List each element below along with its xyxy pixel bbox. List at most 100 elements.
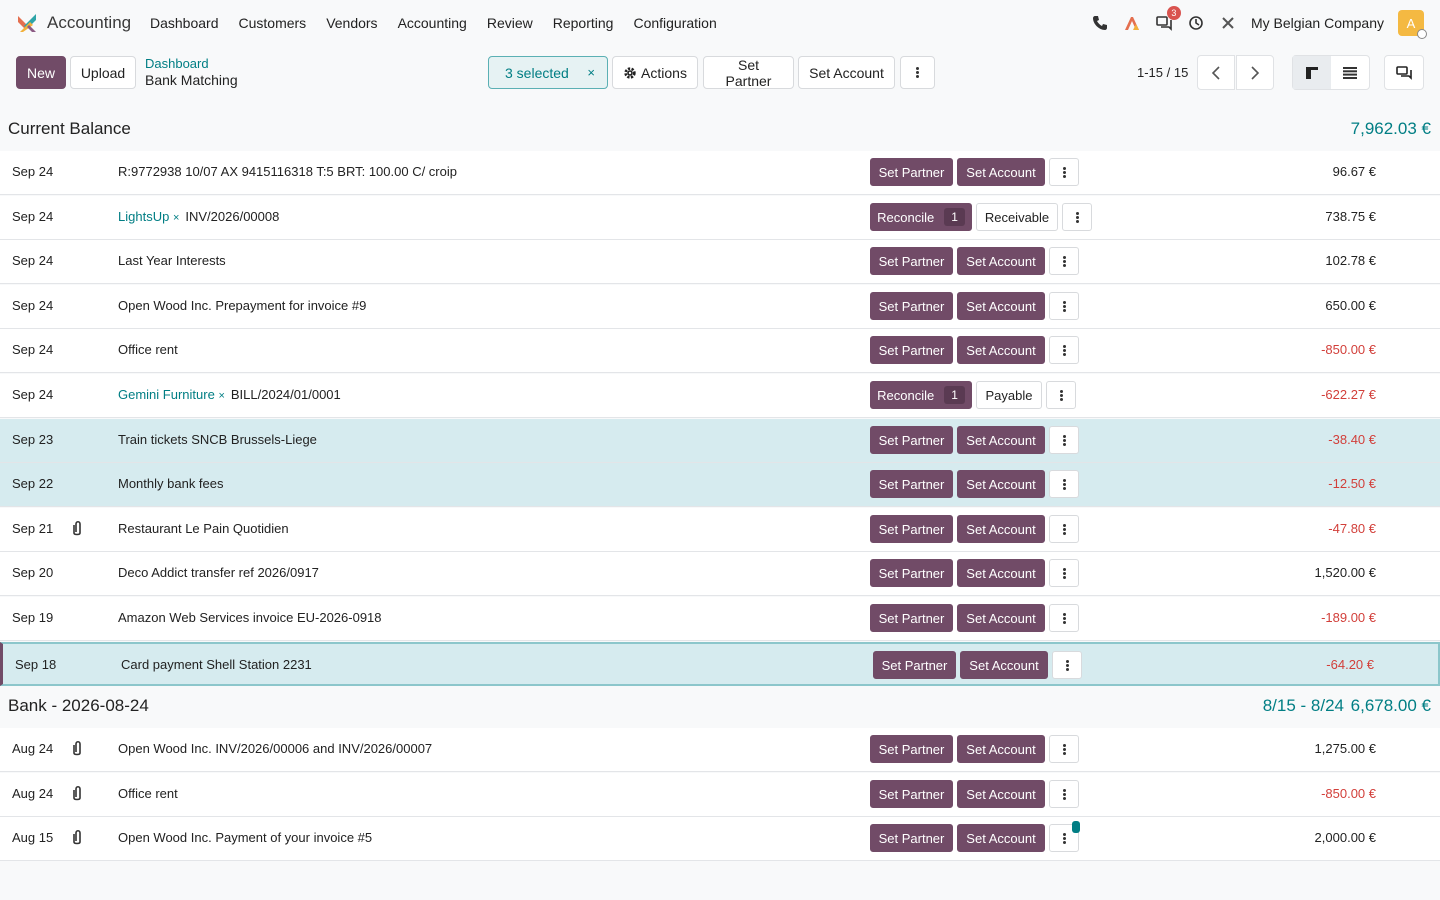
statement-line-row[interactable]: Sep 24 LightsUp × INV/2026/00008 Reconcile 1…	[0, 196, 1440, 240]
paperclip-icon[interactable]	[70, 520, 84, 538]
set-account-button[interactable]: Set Account	[957, 780, 1045, 808]
row-more-button[interactable]	[1049, 292, 1079, 320]
remove-partner-icon[interactable]: ×	[173, 212, 179, 224]
row-more-button[interactable]	[1049, 515, 1079, 543]
row-more-button[interactable]	[1052, 651, 1082, 679]
actions-button[interactable]: Actions	[612, 56, 698, 89]
menu-dashboard[interactable]: Dashboard	[140, 15, 229, 31]
row-more-button[interactable]	[1049, 559, 1079, 587]
more-actions-button[interactable]	[900, 56, 935, 89]
row-more-button[interactable]	[1062, 203, 1092, 231]
statement-line-row[interactable]: Aug 24 Office rent Set Partner Set Account -…	[0, 773, 1440, 817]
clear-selection-icon[interactable]: ×	[587, 65, 595, 80]
set-account-button[interactable]: Set Account	[957, 515, 1045, 543]
set-account-button[interactable]: Set Account	[957, 247, 1045, 275]
statement-group-header[interactable]: Current Balance 7,962.03 €	[0, 109, 1440, 149]
set-account-button[interactable]: Set Account	[957, 824, 1045, 852]
set-account-button[interactable]: Set Account	[960, 651, 1048, 679]
row-more-button[interactable]	[1049, 426, 1079, 454]
set-partner-button[interactable]: Set Partner	[870, 735, 953, 763]
set-account-button[interactable]: Set Account	[957, 292, 1045, 320]
statement-line-row[interactable]: Sep 18 Card payment Shell Station 2231 Set…	[0, 642, 1440, 686]
account-button[interactable]: Receivable	[976, 203, 1058, 231]
set-partner-button[interactable]: Set Partner	[870, 559, 953, 587]
set-account-button[interactable]: Set Account	[957, 604, 1045, 632]
statement-line-row[interactable]: Sep 21 Restaurant Le Pain Quotidien Set Pa…	[0, 508, 1440, 552]
set-partner-button[interactable]: Set Partner	[873, 651, 956, 679]
app-logo-icon[interactable]	[16, 12, 38, 34]
set-account-button[interactable]: Set Account	[957, 735, 1045, 763]
set-account-button[interactable]: Set Account	[957, 158, 1045, 186]
breadcrumb-parent[interactable]: Dashboard	[145, 56, 209, 71]
chatter-toggle-button[interactable]	[1384, 55, 1424, 90]
statement-line-row[interactable]: Sep 24 Office rent Set Partner Set Account -…	[0, 329, 1440, 373]
row-more-button[interactable]	[1049, 604, 1079, 632]
set-partner-button[interactable]: Set Partner	[870, 292, 953, 320]
menu-configuration[interactable]: Configuration	[623, 15, 726, 31]
row-more-button[interactable]	[1049, 158, 1079, 186]
reconcile-button[interactable]: Reconcile 1	[870, 381, 972, 409]
set-account-button[interactable]: Set Account	[957, 426, 1045, 454]
phone-icon[interactable]	[1091, 14, 1109, 32]
statement-line-row[interactable]: Aug 15 Open Wood Inc. Payment of your inv…	[0, 817, 1440, 861]
menu-vendors[interactable]: Vendors	[316, 15, 387, 31]
statement-line-row[interactable]: Sep 19 Amazon Web Services invoice EU-202…	[0, 597, 1440, 641]
upload-button[interactable]: Upload	[70, 56, 136, 89]
list-view-button[interactable]	[1331, 56, 1369, 89]
set-partner-button[interactable]: Set Partner	[870, 470, 953, 498]
set-account-button[interactable]: Set Account	[957, 470, 1045, 498]
new-button[interactable]: New	[16, 56, 66, 89]
paperclip-icon[interactable]	[70, 829, 84, 847]
row-more-button[interactable]	[1049, 735, 1079, 763]
set-partner-button[interactable]: Set Partner	[870, 780, 953, 808]
set-account-button[interactable]: Set Account	[957, 559, 1045, 587]
set-partner-button[interactable]: Set Partner	[870, 336, 953, 364]
app-name[interactable]: Accounting	[47, 13, 131, 33]
statement-line-row[interactable]: Sep 24 Last Year Interests Set Partner Set …	[0, 240, 1440, 284]
partner-tag[interactable]: Gemini Furniture	[118, 387, 215, 402]
row-more-button[interactable]	[1046, 381, 1076, 409]
paperclip-icon[interactable]	[70, 785, 84, 803]
set-partner-button[interactable]: Set Partner	[870, 824, 953, 852]
statement-line-row[interactable]: Sep 20 Deco Addict transfer ref 2026/0917…	[0, 552, 1440, 596]
kanban-view-button[interactable]	[1293, 56, 1331, 89]
clock-icon[interactable]	[1187, 14, 1205, 32]
row-more-button[interactable]	[1049, 247, 1079, 275]
tools-icon[interactable]	[1219, 14, 1237, 32]
paperclip-icon[interactable]	[70, 740, 84, 758]
set-partner-button[interactable]: Set Partner	[870, 247, 953, 275]
menu-customers[interactable]: Customers	[229, 15, 317, 31]
reconcile-button[interactable]: Reconcile 1	[870, 203, 972, 231]
messages-icon[interactable]: 3	[1155, 6, 1181, 32]
user-avatar[interactable]: A	[1398, 10, 1427, 39]
row-more-button[interactable]	[1049, 336, 1079, 364]
set-partner-bulk-button[interactable]: Set Partner	[703, 56, 794, 89]
company-switcher[interactable]: My Belgian Company	[1251, 15, 1384, 31]
partner-tag[interactable]: LightsUp	[118, 209, 169, 224]
set-partner-button[interactable]: Set Partner	[870, 515, 953, 543]
menu-review[interactable]: Review	[477, 15, 543, 31]
statement-line-row[interactable]: Sep 23 Train tickets SNCB Brussels-Liege S…	[0, 419, 1440, 463]
activity-icon[interactable]	[1123, 14, 1141, 32]
menu-reporting[interactable]: Reporting	[543, 15, 624, 31]
menu-accounting[interactable]: Accounting	[388, 15, 477, 31]
pager-previous[interactable]	[1197, 55, 1235, 90]
account-button[interactable]: Payable	[976, 381, 1042, 409]
statement-line-row[interactable]: Sep 24 Gemini Furniture × BILL/2024/01/000…	[0, 374, 1440, 418]
set-partner-button[interactable]: Set Partner	[870, 158, 953, 186]
pager-next[interactable]	[1236, 55, 1274, 90]
statement-line-row[interactable]: Sep 24 Open Wood Inc. Prepayment for invo…	[0, 285, 1440, 329]
selected-counter[interactable]: 3 selected ×	[488, 56, 608, 89]
set-partner-button[interactable]: Set Partner	[870, 604, 953, 632]
set-account-bulk-button[interactable]: Set Account	[798, 56, 895, 89]
statement-line-row[interactable]: Aug 24 Open Wood Inc. INV/2026/00006 and …	[0, 728, 1440, 772]
set-partner-button[interactable]: Set Partner	[870, 426, 953, 454]
row-more-button[interactable]	[1049, 780, 1079, 808]
pager-value[interactable]: 1-15 / 15	[1137, 65, 1188, 80]
remove-partner-icon[interactable]: ×	[218, 390, 224, 402]
statement-group-header[interactable]: Bank - 2026-08-24 8/15 - 8/24 6,678.00 €	[0, 686, 1440, 726]
row-more-button[interactable]	[1049, 470, 1079, 498]
statement-line-row[interactable]: Sep 22 Monthly bank fees Set Partner Set Ac…	[0, 463, 1440, 507]
statement-line-row[interactable]: Sep 24 R:9772938 10/07 AX 9415116318 T:5 …	[0, 151, 1440, 195]
set-account-button[interactable]: Set Account	[957, 336, 1045, 364]
